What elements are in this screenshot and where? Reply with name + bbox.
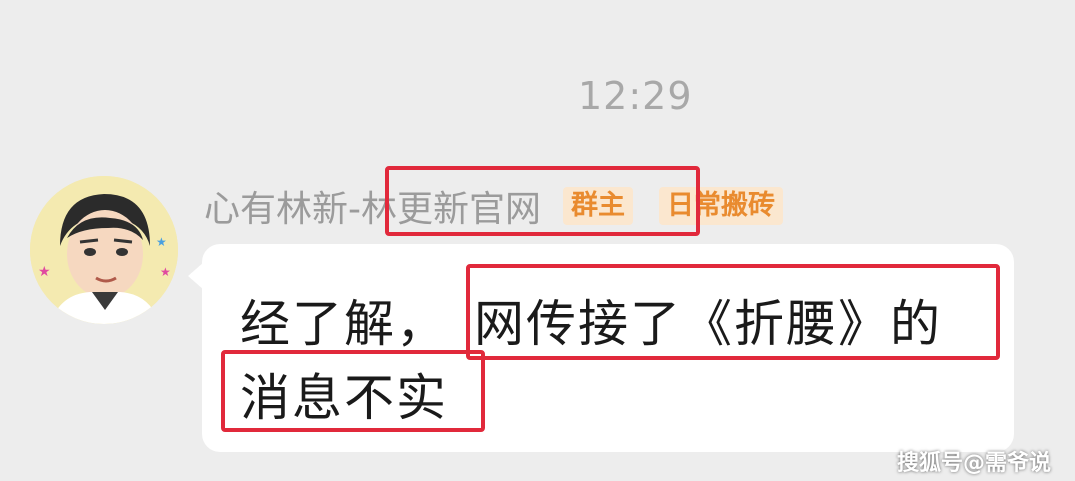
- member-tag-badge: 日常搬砖: [659, 187, 783, 225]
- message-line-1-highlight: 网传接了《折腰》的: [474, 295, 942, 353]
- svg-text:★: ★: [156, 235, 167, 249]
- avatar-illustration-icon: ★ ★ ★: [30, 176, 178, 324]
- group-owner-badge: 群主: [563, 187, 633, 225]
- sender-avatar[interactable]: ★ ★ ★: [30, 176, 178, 324]
- message-line-2-highlight: 消息不实: [240, 369, 448, 427]
- sender-name[interactable]: 心有林新-林更新官网: [204, 180, 541, 232]
- svg-text:★: ★: [160, 265, 171, 279]
- message-bubble[interactable]: 经了解， 网传接了《折腰》的 消息不实: [202, 244, 1014, 452]
- sender-row: 心有林新-林更新官网 群主 日常搬砖: [204, 178, 783, 234]
- message-line-1-prefix: 经了解，: [240, 295, 448, 353]
- message-timestamp: 12:29: [578, 74, 693, 118]
- watermark: 搜狐号@需爷说: [896, 451, 1051, 476]
- svg-text:★: ★: [38, 264, 51, 280]
